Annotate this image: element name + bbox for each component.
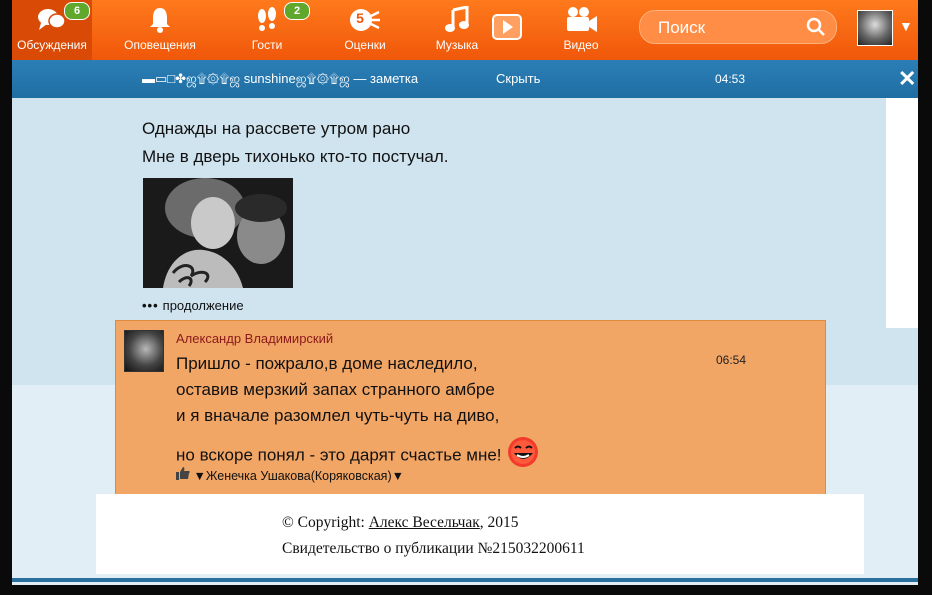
copyright-block: © Copyright: Алекс Весельчак, 2015 Свиде… bbox=[282, 510, 585, 562]
nav-discussions[interactable]: 6 Обсуждения bbox=[12, 0, 92, 60]
app-frame: 6 Обсуждения Оповещения 2 Гости 5 Оценки bbox=[12, 0, 918, 585]
nav-label: Оценки bbox=[344, 38, 386, 52]
nav-music[interactable]: Музыка bbox=[424, 0, 490, 60]
more-label: продолжение bbox=[162, 298, 244, 313]
ratings-count: 5 bbox=[356, 10, 364, 26]
nav-badge: 6 bbox=[64, 2, 90, 20]
comment-text: Пришло - пожрало,в доме наследило, остав… bbox=[176, 351, 596, 477]
play-icon bbox=[492, 14, 522, 43]
nav-badge: 2 bbox=[284, 2, 310, 20]
comment-line: Пришло - пожрало,в доме наследило, bbox=[176, 354, 478, 373]
chevron-down-icon[interactable]: ▼ bbox=[899, 18, 913, 34]
search-box[interactable] bbox=[639, 10, 837, 44]
nav-notifications[interactable]: Оповещения bbox=[110, 0, 210, 60]
note-header-bar: ▬▭□✤ஜ۩۞۩ஜ sunshineஜ۩۞۩ஜ — заметка Скрыть… bbox=[12, 60, 918, 98]
nav-label: Видео bbox=[563, 38, 599, 52]
footprints-icon bbox=[253, 6, 281, 37]
nav-ratings[interactable]: 5 Оценки bbox=[330, 0, 400, 60]
copyright-prefix: © Copyright: bbox=[282, 514, 369, 531]
nav-label: Музыка bbox=[435, 38, 479, 52]
video-camera-icon bbox=[564, 6, 598, 37]
copyright-line: © Copyright: Алекс Весельчак, 2015 bbox=[282, 510, 585, 536]
search-icon[interactable] bbox=[806, 17, 826, 42]
comment-time: 06:54 bbox=[716, 353, 747, 367]
note-author[interactable]: ▬▭□✤ஜ۩۞۩ஜ sunshineஜ۩۞۩ஜ — заметка bbox=[142, 71, 418, 88]
music-note-icon bbox=[444, 5, 470, 37]
comment-avatar[interactable] bbox=[124, 330, 164, 372]
copyright-year: , 2015 bbox=[479, 514, 519, 531]
search-input[interactable] bbox=[656, 16, 800, 40]
side-panel bbox=[886, 98, 918, 328]
close-icon[interactable]: ✕ bbox=[898, 66, 916, 92]
nav-video[interactable]: Видео bbox=[548, 0, 614, 60]
user-avatar[interactable] bbox=[857, 10, 893, 46]
note-time: 04:53 bbox=[715, 72, 746, 86]
thumbs-up-icon[interactable] bbox=[176, 467, 193, 483]
post-line: Мне в дверь тихонько кто-то постучал. bbox=[142, 147, 449, 166]
nav-guests[interactable]: 2 Гости bbox=[232, 0, 310, 60]
nav-label: Обсуждения bbox=[17, 38, 87, 52]
smiley-icon bbox=[504, 435, 542, 477]
nav-play-button[interactable] bbox=[490, 0, 524, 60]
comment-author[interactable]: Александр Владимирский bbox=[176, 331, 333, 346]
post-line: Однажды на рассвете утром рано bbox=[142, 119, 411, 138]
post-photo[interactable] bbox=[143, 178, 293, 288]
comment-line: оставив мерзкий запах странного амбре bbox=[176, 380, 495, 399]
comment-card: Александр Владимирский 06:54 Пришло - по… bbox=[115, 320, 826, 496]
hide-button[interactable]: Скрыть bbox=[496, 71, 540, 86]
nav-label: Гости bbox=[251, 38, 283, 52]
top-navigation: 6 Обсуждения Оповещения 2 Гости 5 Оценки bbox=[12, 0, 918, 60]
copyright-author-link[interactable]: Алекс Весельчак bbox=[369, 514, 480, 531]
post-text: Однажды на рассвете утром рано Мне в две… bbox=[142, 115, 449, 171]
ratings-icon bbox=[349, 6, 381, 37]
bell-icon bbox=[148, 6, 172, 37]
comment-line: и я вначале разомлел чуть-чуть на диво, bbox=[176, 406, 500, 425]
certificate-line: Свидетельство о публикации №215032200611 bbox=[282, 540, 585, 557]
like-user-name[interactable]: ▼Женечка Ушакова(Коряковская)▼ bbox=[193, 469, 404, 483]
publication-info: © Copyright: Алекс Весельчак, 2015 Свиде… bbox=[96, 494, 864, 574]
more-dots: ••• bbox=[142, 298, 159, 313]
discussions-icon bbox=[37, 6, 67, 35]
nav-label: Оповещения bbox=[124, 38, 196, 52]
comment-like-row: ▼Женечка Ушакова(Коряковская)▼ bbox=[176, 467, 404, 483]
read-more-link[interactable]: ••• продолжение bbox=[142, 298, 244, 313]
bottom-divider bbox=[12, 578, 918, 582]
comment-line: но вскоре понял - это дарят счастье мне! bbox=[176, 445, 502, 465]
